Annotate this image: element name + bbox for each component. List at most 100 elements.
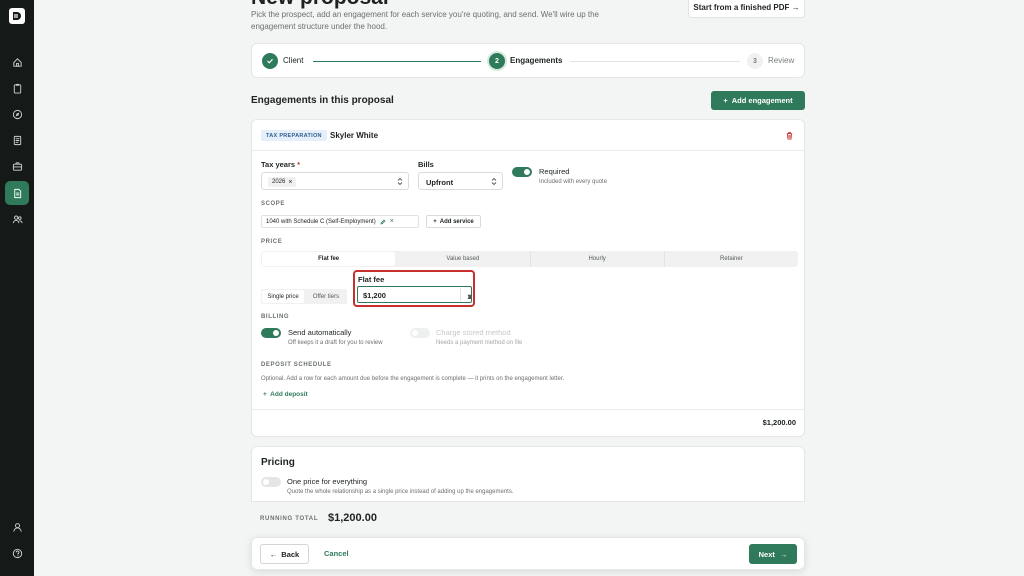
page-subtitle: Pick the prospect, add an engagement for… bbox=[251, 10, 600, 31]
pricing-card: Pricing One price for everything Quote t… bbox=[251, 446, 805, 502]
step-engagements-number[interactable]: 2 bbox=[489, 53, 505, 69]
nav-ledger[interactable] bbox=[5, 128, 29, 152]
pricing-type-tabs: Flat fee Value based Hourly Retainer bbox=[261, 251, 798, 267]
required-label: Required bbox=[539, 167, 570, 176]
start-from-pdf-button[interactable]: Start from a finished PDF → bbox=[688, 0, 805, 18]
arrow-left-icon: ← bbox=[269, 549, 278, 559]
clipboard-icon bbox=[13, 83, 21, 94]
flat-fee-value: $1,200 bbox=[363, 291, 386, 300]
add-deposit-button[interactable]: + Add deposit bbox=[263, 391, 308, 398]
engagement-client-name: Skyler White bbox=[330, 131, 379, 140]
one-price-toggle[interactable] bbox=[261, 477, 281, 487]
service-type-badge: TAX PREPARATION bbox=[261, 130, 327, 141]
mode-offer-tiers[interactable]: Offer tiers bbox=[305, 289, 347, 304]
flat-fee-input[interactable]: $1,200 ▲ ▼ bbox=[357, 286, 473, 303]
card-divider bbox=[252, 409, 804, 410]
card-divider bbox=[252, 150, 804, 151]
tab-value-based[interactable]: Value based bbox=[396, 251, 531, 267]
step-engagements-label[interactable]: Engagements bbox=[510, 56, 562, 65]
flat-fee-label: Flat fee bbox=[358, 275, 385, 284]
one-price-sub: Quote the whole relationship as a single… bbox=[287, 489, 514, 495]
send-automatically-toggle[interactable] bbox=[261, 328, 281, 338]
add-deposit-label: Add deposit bbox=[270, 391, 308, 398]
charge-stored-toggle[interactable] bbox=[410, 328, 430, 338]
charge-stored-sub: Needs a payment method on file bbox=[436, 340, 523, 346]
running-total-label: RUNNING TOTAL bbox=[260, 516, 319, 522]
bills-label: Bills bbox=[418, 160, 434, 169]
step-review-number[interactable]: 3 bbox=[747, 53, 763, 69]
engagement-card: TAX PREPARATION Skyler White Tax years *… bbox=[251, 119, 805, 437]
send-automatically-sub: Off keeps it a draft for you to review bbox=[288, 340, 383, 346]
user-icon bbox=[12, 522, 22, 532]
next-button[interactable]: Next → bbox=[749, 544, 797, 564]
step-connector-todo bbox=[570, 61, 740, 62]
nav-clients[interactable] bbox=[5, 207, 29, 231]
ledger-icon bbox=[13, 135, 21, 145]
step-review-label[interactable]: Review bbox=[768, 56, 794, 65]
tab-hourly[interactable]: Hourly bbox=[531, 251, 665, 267]
cancel-button[interactable]: Cancel bbox=[324, 549, 349, 558]
price-mode-toggle: Single price Offer tiers bbox=[261, 289, 347, 304]
people-icon bbox=[12, 215, 23, 223]
document-icon bbox=[13, 188, 21, 198]
billing-heading: BILLING bbox=[261, 314, 290, 320]
tax-years-select[interactable]: 2026 × bbox=[261, 172, 409, 190]
scope-service-chip: 1040 with Schedule C (Self-Employment) × bbox=[261, 215, 419, 228]
help-icon bbox=[12, 548, 22, 558]
chevron-down-icon[interactable]: ▼ bbox=[466, 292, 473, 301]
engagements-heading: Engagements in this proposal bbox=[251, 95, 394, 106]
nav-explore[interactable] bbox=[5, 102, 29, 126]
updown-chevron-icon bbox=[397, 177, 403, 186]
home-icon bbox=[12, 57, 22, 67]
required-sub: Included with every quote bbox=[539, 179, 608, 185]
add-service-button[interactable]: + Add service bbox=[426, 215, 481, 228]
edit-pencil-icon[interactable] bbox=[380, 219, 386, 225]
back-label: Back bbox=[281, 549, 300, 559]
step-client-check[interactable] bbox=[262, 53, 278, 69]
required-toggle[interactable] bbox=[512, 167, 532, 177]
tax-year-chip[interactable]: 2026 × bbox=[268, 177, 297, 187]
nav-account[interactable] bbox=[5, 515, 29, 539]
nav-proposals[interactable] bbox=[5, 181, 29, 205]
step-connector-done bbox=[313, 61, 481, 62]
back-button[interactable]: ← Back bbox=[260, 544, 309, 564]
check-icon bbox=[267, 58, 273, 64]
pricing-heading: Pricing bbox=[261, 457, 295, 468]
plus-icon: + bbox=[263, 391, 267, 398]
add-engagement-button[interactable]: + Add engagement bbox=[711, 91, 805, 110]
nav-tasks[interactable] bbox=[5, 76, 29, 100]
updown-chevron-icon bbox=[491, 177, 497, 186]
nav-help[interactable] bbox=[5, 541, 29, 565]
plus-icon: + bbox=[433, 218, 437, 225]
one-price-label: One price for everything bbox=[287, 477, 368, 486]
flat-fee-stepper[interactable]: ▲ ▼ bbox=[460, 288, 473, 301]
bills-select[interactable]: Upfront bbox=[418, 172, 503, 190]
arrow-right-icon: → bbox=[779, 549, 788, 559]
delete-engagement-button[interactable] bbox=[785, 131, 794, 142]
tab-retainer[interactable]: Retainer bbox=[665, 251, 798, 267]
remove-service-icon[interactable]: × bbox=[390, 218, 394, 225]
scope-service-label: 1040 with Schedule C (Self-Employment) bbox=[266, 218, 376, 225]
briefcase-icon bbox=[12, 161, 22, 171]
nav-home[interactable] bbox=[5, 50, 29, 74]
nav-services[interactable] bbox=[5, 154, 29, 178]
remove-chip-icon[interactable]: × bbox=[288, 179, 292, 186]
tax-year-chip-label: 2026 bbox=[272, 179, 286, 185]
send-automatically-label: Send automatically bbox=[288, 328, 352, 337]
running-total-value: $1,200.00 bbox=[328, 512, 377, 524]
plus-icon: + bbox=[723, 96, 728, 105]
add-service-label: Add service bbox=[439, 218, 474, 225]
engagement-total: $1,200.00 bbox=[762, 418, 796, 427]
tax-years-label: Tax years * bbox=[261, 160, 301, 169]
trash-icon bbox=[786, 132, 793, 140]
sidebar bbox=[0, 0, 34, 576]
tab-flat-fee[interactable]: Flat fee bbox=[262, 252, 396, 266]
flat-fee-field-group: Flat fee $1,200 ▲ ▼ bbox=[353, 270, 475, 307]
deposit-heading: DEPOSIT SCHEDULE bbox=[261, 362, 332, 368]
step-client-label[interactable]: Client bbox=[283, 56, 303, 65]
wizard-footer: ← Back Cancel Next → bbox=[251, 537, 805, 570]
app-logo[interactable] bbox=[9, 8, 25, 24]
charge-stored-label: Charge stored method bbox=[436, 328, 511, 337]
mode-single-price[interactable]: Single price bbox=[262, 290, 304, 303]
scope-heading: SCOPE bbox=[261, 201, 286, 207]
